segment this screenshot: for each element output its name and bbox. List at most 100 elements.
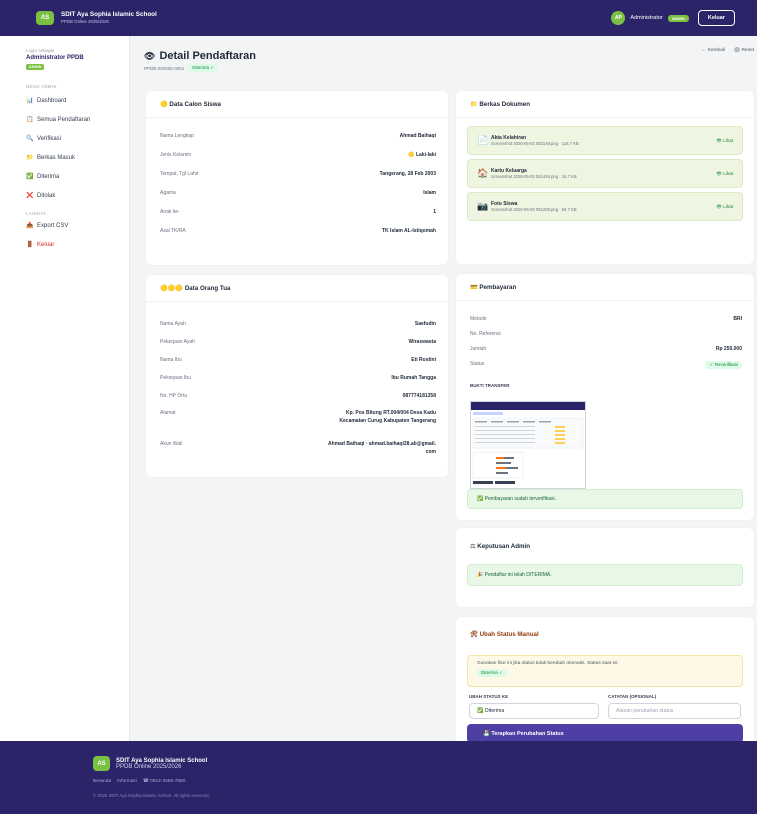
transfer-proof-image[interactable] xyxy=(470,401,586,489)
row-value: 1 xyxy=(433,209,436,215)
page-title: Detail Pendaftaran xyxy=(159,50,257,62)
registration-number: PPDB-202605-0001 xyxy=(144,65,185,71)
info-row: Akun Wali Ahmad Baihaqi · ahmad.baihaqi28… xyxy=(160,441,436,456)
footer-phone: ☎ 0812-3456-7890 xyxy=(142,779,186,784)
role-badge: ADMIN xyxy=(667,14,689,22)
sidebar-item-label: Semua Pendaftaran xyxy=(37,116,91,123)
row-label: Metode xyxy=(470,316,487,322)
info-row: Agama Islam xyxy=(160,190,436,196)
card-header: 🟡🟡🟡 Data Orang Tua xyxy=(146,275,448,302)
back-button[interactable]: ← Kembali xyxy=(702,48,725,53)
row-value: Rp 250.000 xyxy=(715,346,742,352)
info-row: Jenis Kelamin 🟡 Laki-laki xyxy=(160,152,436,158)
logout-button[interactable]: Keluar xyxy=(697,10,735,26)
cross-icon: ❌ xyxy=(26,193,34,199)
info-row: Pekerjaan Ayah Wiraswasta xyxy=(160,339,436,345)
sidebar-item-label: Export CSV xyxy=(37,222,69,229)
row-value: Eti Rostini xyxy=(411,357,436,363)
sidebar: Login sebagai Administrator PPDB ADMIN M… xyxy=(0,36,130,741)
row-label: Alamat xyxy=(160,410,176,416)
door-icon: 🚪 xyxy=(26,242,34,248)
parent-data-card: 🟡🟡🟡 Data Orang Tua Nama Ayah Saefudin Pek… xyxy=(146,275,448,477)
copyright: © 2025 SDIT Aya Sophia Islamic School. A… xyxy=(93,793,210,798)
transfer-proof-thumbnail xyxy=(471,402,585,484)
footer-school-name: SDIT Aya Sophia Islamic School xyxy=(116,757,208,764)
document-file: Screenshot 2026-05-03 081200.png · 84.7 … xyxy=(491,207,577,212)
payment-verified-message: ✅ Pembayaran sudah terverifikasi. xyxy=(467,489,743,509)
footer-link-informasi[interactable]: Informasi xyxy=(117,779,137,784)
info-row: No. HP Ortu 087774181358 xyxy=(160,393,436,399)
view-document-link[interactable]: 👁 Lihat xyxy=(716,138,733,144)
document-file: Screenshot 2026-05-03 081449.png · 18.7 … xyxy=(491,174,577,179)
document-item: 🏠 Kartu Keluarga Screenshot 2026-05-03 08… xyxy=(467,159,743,188)
card-header: 📁 Berkas Dokumen xyxy=(456,91,754,118)
reset-button[interactable]: 🖨 Reset xyxy=(734,48,754,53)
row-label: Nama Ayah xyxy=(160,321,186,327)
user-name: Administrator xyxy=(630,15,663,21)
row-value: 🟡 Laki-laki xyxy=(408,152,436,158)
note-input[interactable]: Alasan perubahan status xyxy=(608,703,741,719)
document-icon: 📄 xyxy=(477,135,489,145)
admin-decision-card: ⚖ Keputusan Admin 🎉 Pendaftar ini telah … xyxy=(456,528,754,607)
footer-logo: AS xyxy=(93,756,110,771)
top-bar: AS SDIT Aya Sophia Islamic School PPDB O… xyxy=(0,0,757,36)
sidebar-item-keluar[interactable]: 🚪 Keluar xyxy=(26,235,129,254)
home-icon: 🏠 xyxy=(477,168,489,178)
row-label: Tempat, Tgl Lahir xyxy=(160,171,199,177)
row-label: Pekerjaan Ayah xyxy=(160,339,195,345)
row-value: TK Islam AL-Istiqomah xyxy=(382,228,436,234)
row-value: Tangerang, 28 Feb 2003 xyxy=(379,171,436,177)
info-row: Pekerjaan Ibu Ibu Rumah Tangga xyxy=(160,375,436,381)
row-label: Pekerjaan Ibu xyxy=(160,375,191,381)
row-label: Anak ke- xyxy=(160,209,180,215)
eye-icon: 👁 xyxy=(144,50,156,61)
row-label: No. HP Ortu xyxy=(160,393,188,399)
sidebar-item-label: Berkas Masuk xyxy=(37,154,76,161)
row-value: Ahmad Baihaqi xyxy=(399,133,436,139)
footer-subtitle: PPDB Online 2025/2026 xyxy=(116,763,182,770)
sidebar-role-badge: ADMIN xyxy=(26,64,45,70)
sidebar-item-berkas-masuk[interactable]: 📁 Berkas Masuk xyxy=(26,148,129,167)
info-row: Nama Ayah Saefudin xyxy=(160,321,436,327)
card-header: 💳 Pembayaran xyxy=(456,274,754,301)
school-name: SDIT Aya Sophia Islamic School xyxy=(61,11,157,18)
view-document-link[interactable]: 👁 Lihat xyxy=(716,204,733,210)
page-header: 👁 Detail Pendaftaran PPDB-202605-0001 Dite… xyxy=(144,50,256,72)
chart-icon: 📊 xyxy=(26,98,34,104)
row-label: No. Referensi xyxy=(470,331,501,337)
info-row: Status ✓ Terverifikasi xyxy=(470,361,742,369)
sidebar-item-diterima[interactable]: ✅ Diterima xyxy=(26,167,129,186)
sidebar-item-ditolak[interactable]: ❌ Ditolak xyxy=(26,186,129,205)
info-row: Jumlah Rp 250.000 xyxy=(470,346,742,352)
payment-status-badge: ✓ Terverifikasi xyxy=(705,361,742,369)
documents-card: 📁 Berkas Dokumen 📄 Akta Kelahiran Screens… xyxy=(456,91,754,264)
sidebar-item-semua-pendaftaran[interactable]: 📋 Semua Pendaftaran xyxy=(26,110,129,129)
warning-box: Gunakan fitur ini jika status tidak beru… xyxy=(467,655,743,687)
view-document-link[interactable]: 👁 Lihat xyxy=(716,171,733,177)
row-value: Saefudin xyxy=(414,321,436,327)
info-row: Anak ke- 1 xyxy=(160,209,436,215)
payment-card: 💳 Pembayaran Metode BRI No. Referensi Jum… xyxy=(456,274,754,520)
sidebar-item-label: Verifikasi xyxy=(37,135,62,142)
check-icon: ✅ xyxy=(26,174,34,180)
row-value: BRI xyxy=(733,316,742,322)
footer: AS SDIT Aya Sophia Islamic School PPDB O… xyxy=(0,741,757,814)
avatar[interactable]: AP xyxy=(611,11,626,25)
download-icon: 📥 xyxy=(26,223,34,229)
info-row: Tempat, Tgl Lahir Tangerang, 28 Feb 2003 xyxy=(160,171,436,177)
proof-label: BUKTI TRANSFER xyxy=(470,383,510,388)
footer-link-beranda[interactable]: Beranda xyxy=(93,779,111,784)
row-label: Jumlah xyxy=(470,346,487,352)
sidebar-item-export-csv[interactable]: 📥 Export CSV xyxy=(26,216,129,235)
row-value: 087774181358 xyxy=(402,393,436,399)
row-label: Jenis Kelamin xyxy=(160,152,192,158)
status-select[interactable]: ✅ Diterima xyxy=(469,703,599,719)
sidebar-item-dashboard[interactable]: 📊 Dashboard xyxy=(26,91,129,110)
camera-icon: 📷 xyxy=(477,201,489,211)
accepted-message: 🎉 Pendaftar ini telah DITERIMA. xyxy=(467,564,743,586)
document-item: 📷 Foto Siswa Screenshot 2026-05-03 081200… xyxy=(467,192,743,221)
menu-section-label: MENU ADMIN xyxy=(26,84,57,89)
folder-icon: 📁 xyxy=(26,155,34,161)
document-item: 📄 Akta Kelahiran Screenshot 2026-05-03 08… xyxy=(467,126,743,155)
sidebar-item-verifikasi[interactable]: 🔍 Verifikasi xyxy=(26,129,129,148)
